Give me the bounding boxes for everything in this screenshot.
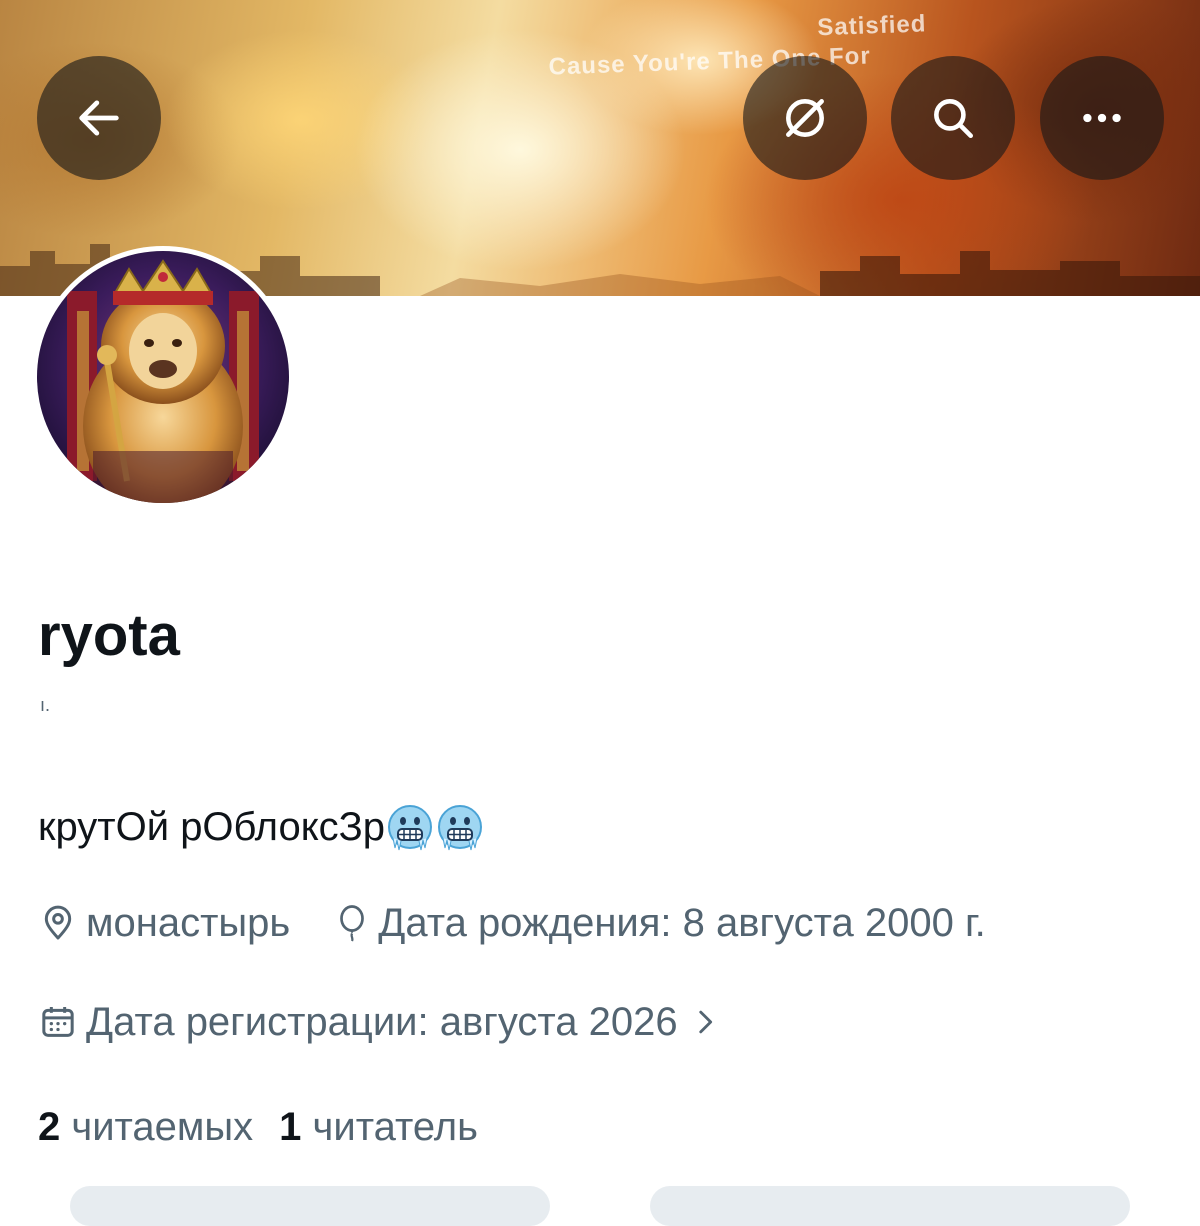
freezing-face-emoji-icon [388, 805, 433, 851]
following-count: 2 [38, 1105, 61, 1149]
follow-counts: 2 читаемых 1 читатель [38, 1102, 478, 1152]
location-pin-icon [44, 905, 72, 940]
profile-meta-row: монастырь Дата рождения: 8 августа 2000 … [38, 898, 986, 948]
location: монастырь [38, 898, 290, 948]
balloon-icon [340, 905, 365, 942]
banner-lyric-line: Satisfied [816, 10, 927, 42]
search-icon [934, 99, 973, 138]
more-horizontal-icon [1083, 113, 1121, 123]
followers-label: читатель [312, 1105, 478, 1149]
bottom-action-button[interactable] [650, 1186, 1130, 1226]
joined-text: Дата регистрации: августа 2026 [86, 1000, 678, 1044]
search-button[interactable] [891, 56, 1015, 180]
following-link[interactable]: 2 читаемых [38, 1102, 253, 1152]
more-button[interactable] [1040, 56, 1164, 180]
followers-link[interactable]: 1 читатель [279, 1102, 478, 1152]
banner-lyrics: Satisfied Cause You're The One For [547, 9, 928, 82]
profile-avatar[interactable] [32, 246, 294, 508]
birthday: Дата рождения: 8 августа 2000 г. [334, 898, 986, 948]
grok-button[interactable] [743, 56, 867, 180]
freezing-face-emoji-icon [438, 805, 483, 851]
display-name: ryota [38, 603, 180, 668]
location-text: монастырь [86, 901, 291, 945]
lion-king-avatar-icon [37, 251, 289, 503]
back-button[interactable] [37, 56, 161, 180]
profile-bio: крутОй рОблоксЗр [38, 800, 485, 854]
calendar-icon [42, 1007, 74, 1037]
slash-circle-icon [786, 99, 824, 137]
followers-count: 1 [279, 1105, 302, 1149]
banner-lyric-line: Cause You're The One For [548, 42, 872, 81]
arrow-left-icon [79, 100, 119, 136]
joined-row[interactable]: Дата регистрации: августа 2026 [38, 997, 722, 1047]
bottom-action-button[interactable] [70, 1186, 550, 1226]
following-label: читаемых [71, 1105, 254, 1149]
chevron-right-icon [698, 1010, 712, 1034]
user-handle: ı. [40, 695, 51, 715]
avatar-image [37, 251, 289, 503]
bio-text: крутОй рОблоксЗр [38, 805, 386, 849]
birthday-text: Дата рождения: 8 августа 2000 г. [378, 901, 986, 945]
